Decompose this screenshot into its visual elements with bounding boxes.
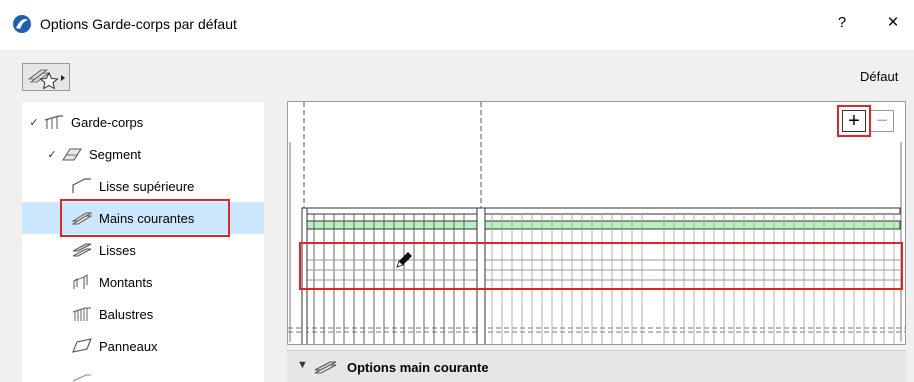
collapse-triangle-icon[interactable]: ▼ [297, 359, 308, 371]
title-bar: Options Garde-corps par défaut ? × [0, 0, 914, 50]
tree-item-label: Lisse supérieure [99, 178, 195, 194]
tree-item-label: Garde-corps [71, 114, 144, 130]
window-title: Options Garde-corps par défaut [40, 16, 237, 32]
close-button[interactable]: × [882, 12, 904, 36]
tree-item-lisse-superieure[interactable]: Lisse supérieure [72, 170, 264, 202]
handrail-icon [314, 361, 337, 374]
panels-icon [72, 338, 92, 353]
tree-item-segment[interactable]: ✓ Segment [46, 138, 264, 170]
tree-item-label: Panneaux [99, 338, 158, 354]
rails-icon [72, 243, 92, 257]
partial-tree-item-icon [72, 374, 91, 382]
chevron-down-icon[interactable]: ✓ [46, 148, 58, 161]
section-title: Options main courante [347, 360, 489, 375]
favorites-button[interactable] [22, 63, 70, 91]
railing-preview-drawing [288, 102, 905, 344]
section-handrail-options[interactable]: ▼ Options main courante [287, 350, 906, 382]
tree-item-montants[interactable]: Montants [72, 266, 264, 298]
favorites-star-icon [27, 69, 65, 89]
settings-tree: ✓ Garde-corps ✓ Segment Lisse supérieure [22, 102, 264, 382]
top-rail-icon [72, 178, 91, 193]
archicad-app-icon [13, 15, 31, 33]
posts-icon [73, 274, 88, 289]
balusters-icon [72, 307, 91, 321]
tree-item-label: Segment [89, 146, 142, 162]
railing-preview[interactable]: + − [287, 101, 906, 345]
tree-item-lisses[interactable]: Lisses [72, 234, 264, 266]
tree-item-panneaux[interactable]: Panneaux [72, 330, 264, 362]
tree-item-label: Montants [99, 274, 153, 290]
tree-item-balustres[interactable]: Balustres [72, 298, 264, 330]
segment-icon [62, 148, 82, 161]
chevron-down-icon[interactable]: ✓ [28, 116, 40, 129]
tree-item-label: Lisses [99, 242, 136, 258]
highlight-frame-add-button [837, 105, 871, 137]
default-label: Défaut [860, 69, 899, 84]
highlight-frame-mains-courantes [60, 199, 230, 237]
tree-item-garde-corps[interactable]: ✓ Garde-corps [28, 106, 264, 138]
remove-railing-element-button[interactable]: − [870, 110, 894, 132]
tree-item-label: Balustres [99, 306, 154, 322]
dialog-body: Défaut ✓ Garde-corps ✓ Segment Lisse sup… [0, 50, 914, 382]
help-button[interactable]: ? [832, 14, 852, 36]
highlight-frame-handrail-row [299, 242, 903, 290]
railing-icon [44, 115, 63, 129]
